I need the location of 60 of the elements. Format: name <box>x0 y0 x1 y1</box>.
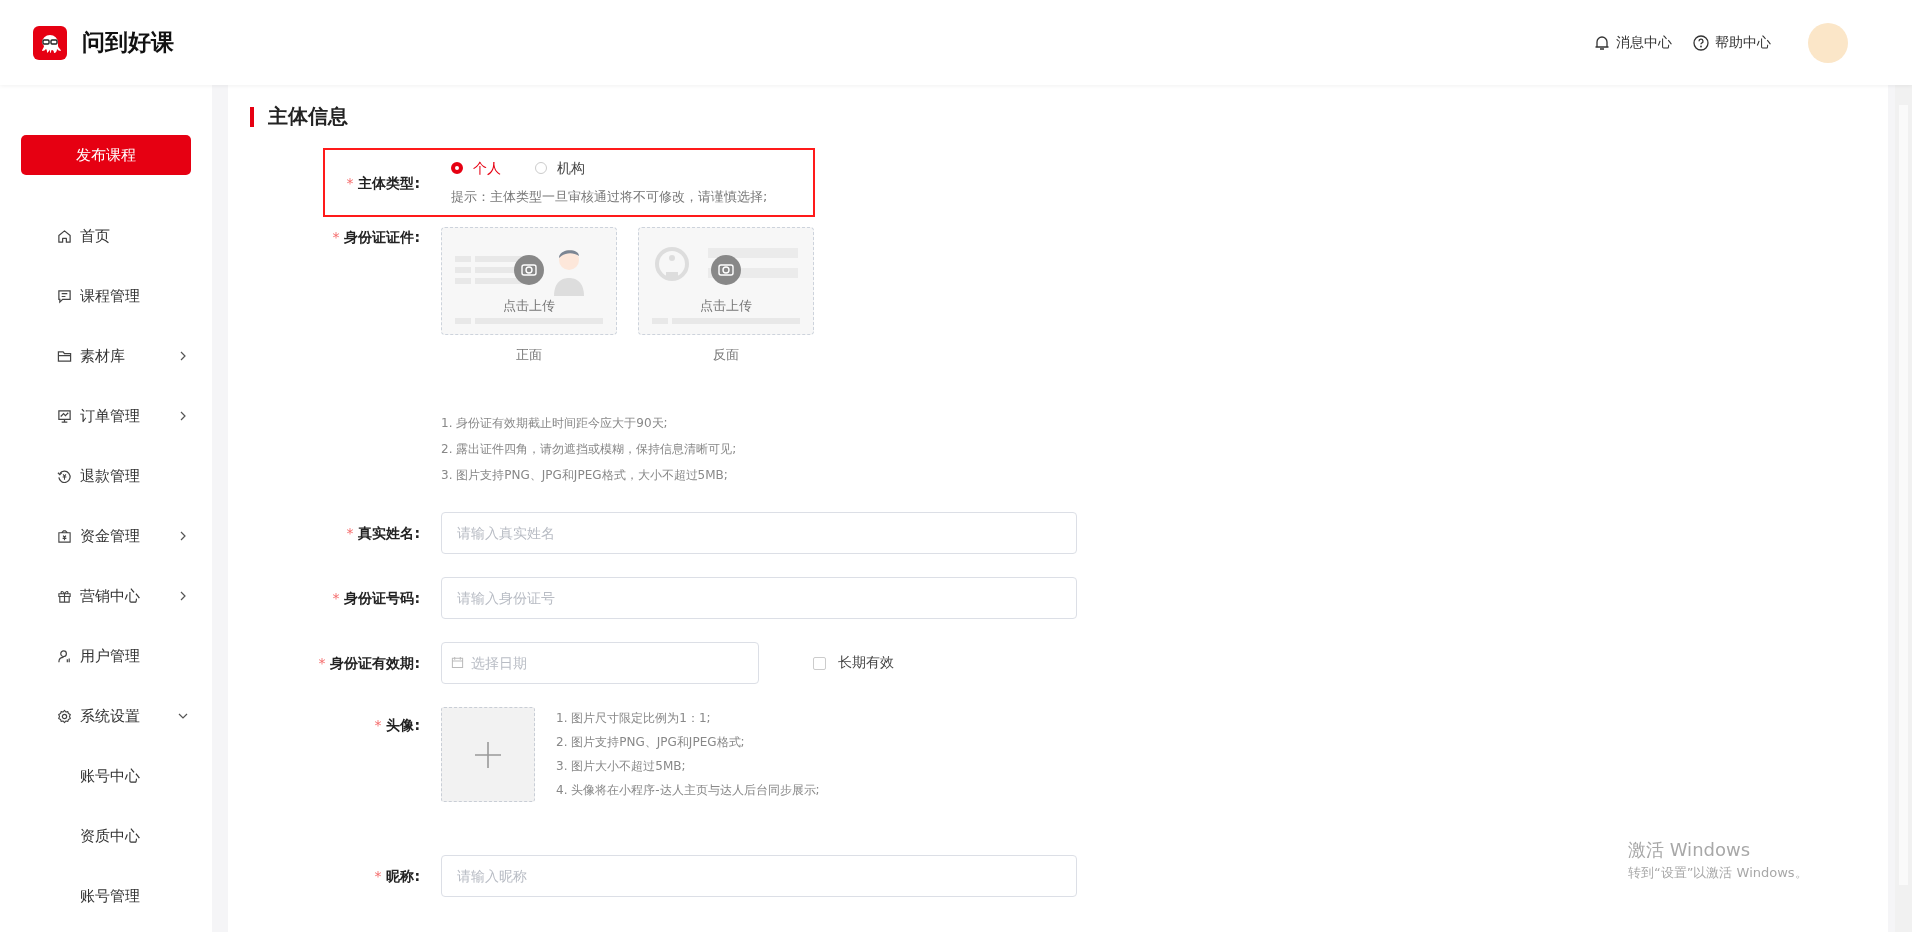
settings-icon <box>57 708 72 724</box>
field-label: * 昵称: <box>373 867 421 886</box>
nav-item[interactable]: 营销中心 <box>0 566 212 626</box>
user-icon <box>57 648 72 664</box>
note-text: 2. 露出证件四角，请勿遮挡或模糊，保持信息清晰可见; <box>441 441 738 458</box>
upload-caption: 反面 <box>713 346 739 364</box>
nav-item[interactable]: 首页 <box>0 206 212 266</box>
nav-item[interactable]: 课程管理 <box>0 266 212 326</box>
note-text: 3. 图片支持PNG、JPG和JPEG格式，大小不超过5MB; <box>441 467 729 484</box>
octopus-logo-icon <box>33 25 67 60</box>
gift-icon <box>57 588 72 604</box>
nav-subitem[interactable]: 资质中心 <box>0 806 212 866</box>
field-label: * 身份证证件: <box>331 228 421 247</box>
text-input-field[interactable]: 请输入真实姓名 <box>441 512 1077 554</box>
nav-subitem[interactable]: 账号中心 <box>0 746 212 806</box>
radio-option[interactable]: 个人 <box>451 158 501 178</box>
note-text: 2. 图片支持PNG、JPG和JPEG格式; <box>556 734 746 751</box>
publish-course-button[interactable]: 发布课程 <box>21 135 191 175</box>
field-label: * 身份证号码: <box>331 589 421 608</box>
section-title: 主体信息 <box>268 103 348 130</box>
field-label: * 主体类型: <box>345 173 421 193</box>
field-label: * 头像: <box>373 716 421 735</box>
monitor-chart-icon <box>57 408 72 424</box>
activation-notice-title: 激活 Windows <box>1628 838 1752 862</box>
radio-option[interactable]: 机构 <box>535 158 585 178</box>
note-text: 1. 身份证有效期截止时间距今应大于90天; <box>441 415 669 432</box>
text-input-field[interactable]: 请输入昵称 <box>441 855 1077 897</box>
date-picker-field[interactable]: 选择日期 <box>441 642 759 684</box>
id-card-upload[interactable]: 点击上传 <box>638 227 814 335</box>
user-avatar[interactable] <box>1808 22 1848 63</box>
note-text: 3. 图片大小不超过5MB; <box>556 758 687 775</box>
checkbox[interactable]: 长期有效 <box>813 654 894 672</box>
help-icon <box>1693 34 1709 51</box>
upload-caption: 正面 <box>516 346 542 364</box>
id-card-upload[interactable]: 点击上传 <box>441 227 617 335</box>
header-link[interactable]: 消息中心 <box>1594 33 1672 52</box>
activation-notice-text: 转到“设置”以激活 Windows。 <box>1628 864 1808 882</box>
text-input-field[interactable]: 请输入身份证号 <box>441 577 1077 619</box>
nav-item[interactable]: 退款管理 <box>0 446 212 506</box>
field-label: * 身份证有效期: <box>317 654 421 673</box>
nav-subitem[interactable]: 账号管理 <box>0 866 212 926</box>
note-text: 1. 图片尺寸限定比例为1：1; <box>556 710 712 727</box>
nav-item[interactable]: 用户管理 <box>0 626 212 686</box>
nav-item[interactable]: 系统设置 <box>0 686 212 746</box>
hint-text: 提示：主体类型一旦审核通过将不可修改，请谨慎选择; <box>451 188 768 206</box>
bell-icon <box>1594 34 1610 51</box>
brand-name: 问到好课 <box>82 28 174 57</box>
folder-icon <box>57 348 72 364</box>
nav-item[interactable]: 资金管理 <box>0 506 212 566</box>
nav-item[interactable]: 素材库 <box>0 326 212 386</box>
money-bag-icon <box>57 528 72 544</box>
refund-icon <box>57 468 72 484</box>
presentation-board-icon <box>57 288 72 304</box>
field-label: * 真实姓名: <box>345 524 421 543</box>
note-text: 4. 头像将在小程序-达人主页与达人后台同步展示; <box>556 782 820 799</box>
home-icon <box>57 228 72 244</box>
nav-item[interactable]: 订单管理 <box>0 386 212 446</box>
avatar-upload[interactable] <box>441 707 535 802</box>
plus-icon <box>474 740 502 769</box>
header-link[interactable]: 帮助中心 <box>1693 33 1771 52</box>
